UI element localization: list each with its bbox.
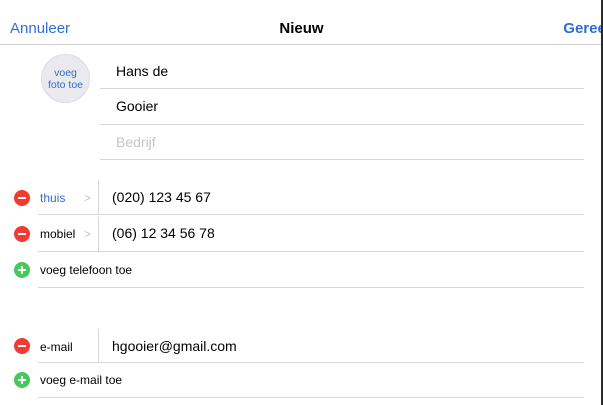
email-label[interactable]: e-mail (40, 340, 73, 354)
add-email-icon[interactable] (14, 372, 30, 388)
phone-value-mobiel[interactable]: (06) 12 34 56 78 (112, 225, 215, 241)
page-title: Nieuw (279, 20, 324, 37)
add-photo-label: voeg foto toe (47, 66, 84, 91)
chevron-right-icon: > (84, 191, 92, 205)
label-divider (98, 181, 99, 215)
separator (38, 251, 584, 252)
delete-phone-mobiel-button[interactable] (14, 226, 30, 242)
separator (100, 88, 584, 89)
chevron-right-icon: > (84, 227, 92, 241)
separator (38, 287, 584, 288)
delete-phone-thuis-button[interactable] (14, 190, 30, 206)
phone-label-mobiel[interactable]: mobiel (40, 227, 75, 241)
label-divider (98, 329, 99, 363)
phone-label-thuis[interactable]: thuis (40, 191, 65, 205)
delete-email-button[interactable] (14, 338, 30, 354)
add-phone-icon[interactable] (14, 262, 30, 278)
separator (100, 124, 584, 125)
email-value[interactable]: hgooier@gmail.com (112, 338, 237, 354)
add-phone-button[interactable]: voeg telefoon toe (40, 263, 132, 277)
separator (38, 397, 584, 398)
first-name-field[interactable]: Hans de (116, 63, 168, 79)
company-field[interactable]: Bedrijf (116, 134, 156, 150)
phone-value-thuis[interactable]: (020) 123 45 67 (112, 189, 211, 205)
separator (38, 214, 584, 215)
navigation-bar: Annuleer Nieuw Gereed (0, 0, 603, 44)
last-name-field[interactable]: Gooier (116, 98, 158, 114)
separator (100, 159, 584, 160)
separator (38, 362, 584, 363)
done-button[interactable]: Gereed (563, 20, 603, 37)
add-email-button[interactable]: voeg e-mail toe (40, 373, 122, 387)
label-divider (98, 217, 99, 251)
navbar-divider (0, 44, 603, 45)
add-photo-button[interactable]: voeg foto toe (41, 54, 90, 103)
